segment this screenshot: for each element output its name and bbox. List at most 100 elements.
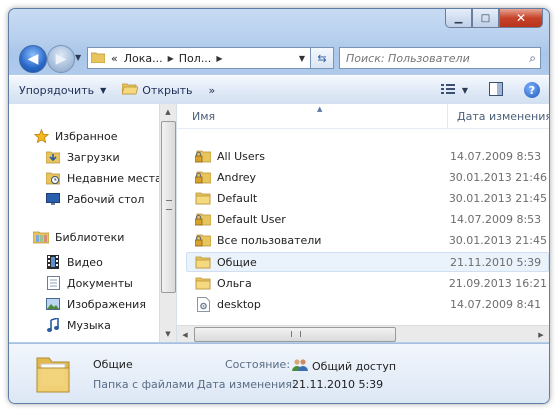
nav-item-label: Документы [67, 276, 133, 290]
back-button[interactable]: ◀ [19, 45, 47, 73]
desktop-icon [45, 191, 61, 207]
nav-item-label: Загрузки [67, 150, 120, 164]
title-bar[interactable]: ▁ □ ✕ [9, 9, 549, 43]
nav-libraries-header[interactable]: Библиотеки [33, 227, 124, 247]
details-state-value: Общий доступ [312, 360, 397, 373]
column-header-date[interactable]: Дата изменения [457, 110, 549, 123]
arrow-right-icon: ▶ [55, 51, 67, 67]
close-icon: ✕ [515, 11, 527, 25]
search-icon[interactable]: ⌕ [529, 51, 536, 66]
file-name: Default User [217, 212, 286, 226]
file-row[interactable]: Ольга 21.09.2013 16:21 [187, 273, 547, 293]
search-input[interactable] [340, 50, 518, 66]
file-row-selected[interactable]: Общие 21.11.2010 5:39 [186, 252, 549, 272]
file-row[interactable]: Default 30.01.2013 21:45 [187, 188, 547, 208]
folder-icon [195, 254, 211, 270]
grip-icon [291, 331, 301, 337]
details-state-value-wrap: Общий доступ [292, 358, 396, 375]
column-header-row: ▲ Имя Дата изменения [177, 104, 549, 129]
grip-icon [166, 200, 172, 210]
file-row[interactable]: Все пользователи 30.01.2013 21:45 [187, 230, 547, 250]
help-button[interactable]: ? [521, 79, 543, 101]
column-header-name[interactable]: Имя [192, 110, 215, 123]
file-list-h-scrollbar[interactable]: ◀ ▶ [177, 325, 549, 342]
details-modified-label: Дата изменения: [197, 378, 296, 391]
recent-pages-dropdown[interactable]: ▼ [75, 53, 81, 62]
nav-item-pictures[interactable]: Изображения [45, 294, 146, 314]
forward-button[interactable]: ▶ [47, 45, 75, 73]
scrollbar-thumb[interactable] [194, 327, 396, 342]
scroll-left-icon[interactable]: ◀ [177, 326, 193, 342]
scroll-right-icon[interactable]: ▶ [533, 326, 549, 342]
details-pane: Общие Папка с файлами Состояние: Общий д… [9, 343, 549, 403]
file-row[interactable]: desktop 14.07.2009 8:41 [187, 294, 547, 314]
view-dropdown-button[interactable]: ▼ [459, 79, 471, 101]
nav-favorites-header[interactable]: Избранное [33, 126, 117, 146]
music-note-icon [45, 317, 61, 333]
search-box[interactable]: ⌕ [339, 47, 541, 69]
recent-places-icon [45, 170, 61, 186]
scrollbar-thumb[interactable] [161, 121, 176, 293]
column-divider[interactable] [447, 104, 448, 128]
nav-item-documents[interactable]: Документы [45, 273, 133, 293]
favorites-label: Избранное [55, 129, 118, 143]
minimize-button[interactable]: ▁ [445, 9, 472, 28]
more-commands-button[interactable]: » [203, 79, 222, 101]
navigation-row: ◀ ▶ ▼ « Лока... ▶ Пол... ▶ ▼ ⇆ ⌕ [9, 43, 549, 73]
preview-pane-icon [489, 81, 503, 99]
nav-item-music[interactable]: Музыка [45, 315, 111, 335]
file-name: Общие [217, 255, 257, 269]
nav-item-videos[interactable]: Видео [45, 252, 103, 272]
chevron-down-icon: ▼ [461, 85, 469, 95]
chevron-right-icon[interactable]: ▶ [214, 54, 224, 63]
more-label: » [208, 83, 216, 97]
breadcrumb-item[interactable]: Пол... [176, 52, 215, 65]
refresh-icon: ⇆ [317, 51, 327, 65]
details-modified-value: 21.11.2010 5:39 [292, 378, 384, 391]
file-name: Default [217, 191, 258, 205]
maximize-button[interactable]: □ [472, 9, 499, 28]
breadcrumb-item[interactable]: Лока... [121, 52, 166, 65]
pictures-icon [45, 296, 61, 312]
star-icon [33, 128, 49, 144]
file-row[interactable]: Default User 14.07.2009 8:53 [187, 209, 547, 229]
preview-pane-button[interactable] [485, 79, 507, 101]
details-state-label: Состояние: [225, 358, 291, 371]
caption-buttons: ▁ □ ✕ [445, 9, 543, 28]
chevron-down-icon: ▼ [100, 85, 107, 95]
open-button[interactable]: Открыть [116, 79, 198, 101]
file-date: 14.07.2009 8:53 [450, 212, 542, 226]
address-bar[interactable]: « Лока... ▶ Пол... ▶ ▼ [87, 47, 311, 69]
file-date: 21.09.2013 16:21 [448, 276, 547, 290]
file-row[interactable]: Andrey 30.01.2013 21:46 [187, 167, 547, 187]
nav-item-label: Недавние места [67, 171, 162, 185]
folder-icon [195, 275, 211, 291]
nav-item-desktop[interactable]: Рабочий стол [45, 189, 144, 209]
nav-pane-scrollbar[interactable]: ▲ ▼ [159, 104, 176, 342]
scroll-up-icon[interactable]: ▲ [160, 104, 176, 120]
organize-button[interactable]: Упорядочить ▼ [13, 79, 112, 101]
folder-icon [90, 51, 106, 66]
refresh-button[interactable]: ⇆ [310, 47, 334, 69]
scroll-down-icon[interactable]: ▼ [160, 326, 176, 342]
details-item-type: Папка с файлами [93, 378, 195, 391]
file-date: 30.01.2013 21:46 [448, 170, 547, 184]
video-icon [45, 254, 61, 270]
chevron-right-icon[interactable]: ▶ [166, 54, 176, 63]
file-row[interactable]: All Users 14.07.2009 8:53 [187, 146, 547, 166]
close-button[interactable]: ✕ [499, 9, 543, 28]
file-date: 30.01.2013 21:45 [448, 233, 547, 247]
details-item-name: Общие [93, 358, 133, 371]
view-options-button[interactable] [437, 79, 459, 101]
nav-item-label: Видео [67, 255, 103, 269]
view-list-icon [441, 83, 455, 98]
nav-item-downloads[interactable]: Загрузки [45, 147, 120, 167]
file-name: Andrey [217, 170, 257, 184]
breadcrumb-prefix[interactable]: « [108, 52, 121, 65]
open-label: Открыть [142, 83, 193, 97]
locked-folder-icon [195, 169, 211, 185]
folder-icon [195, 190, 211, 206]
nav-item-recent-places[interactable]: Недавние места [45, 168, 162, 188]
chevron-down-icon[interactable]: ▼ [294, 54, 310, 63]
large-folder-icon [35, 354, 71, 394]
